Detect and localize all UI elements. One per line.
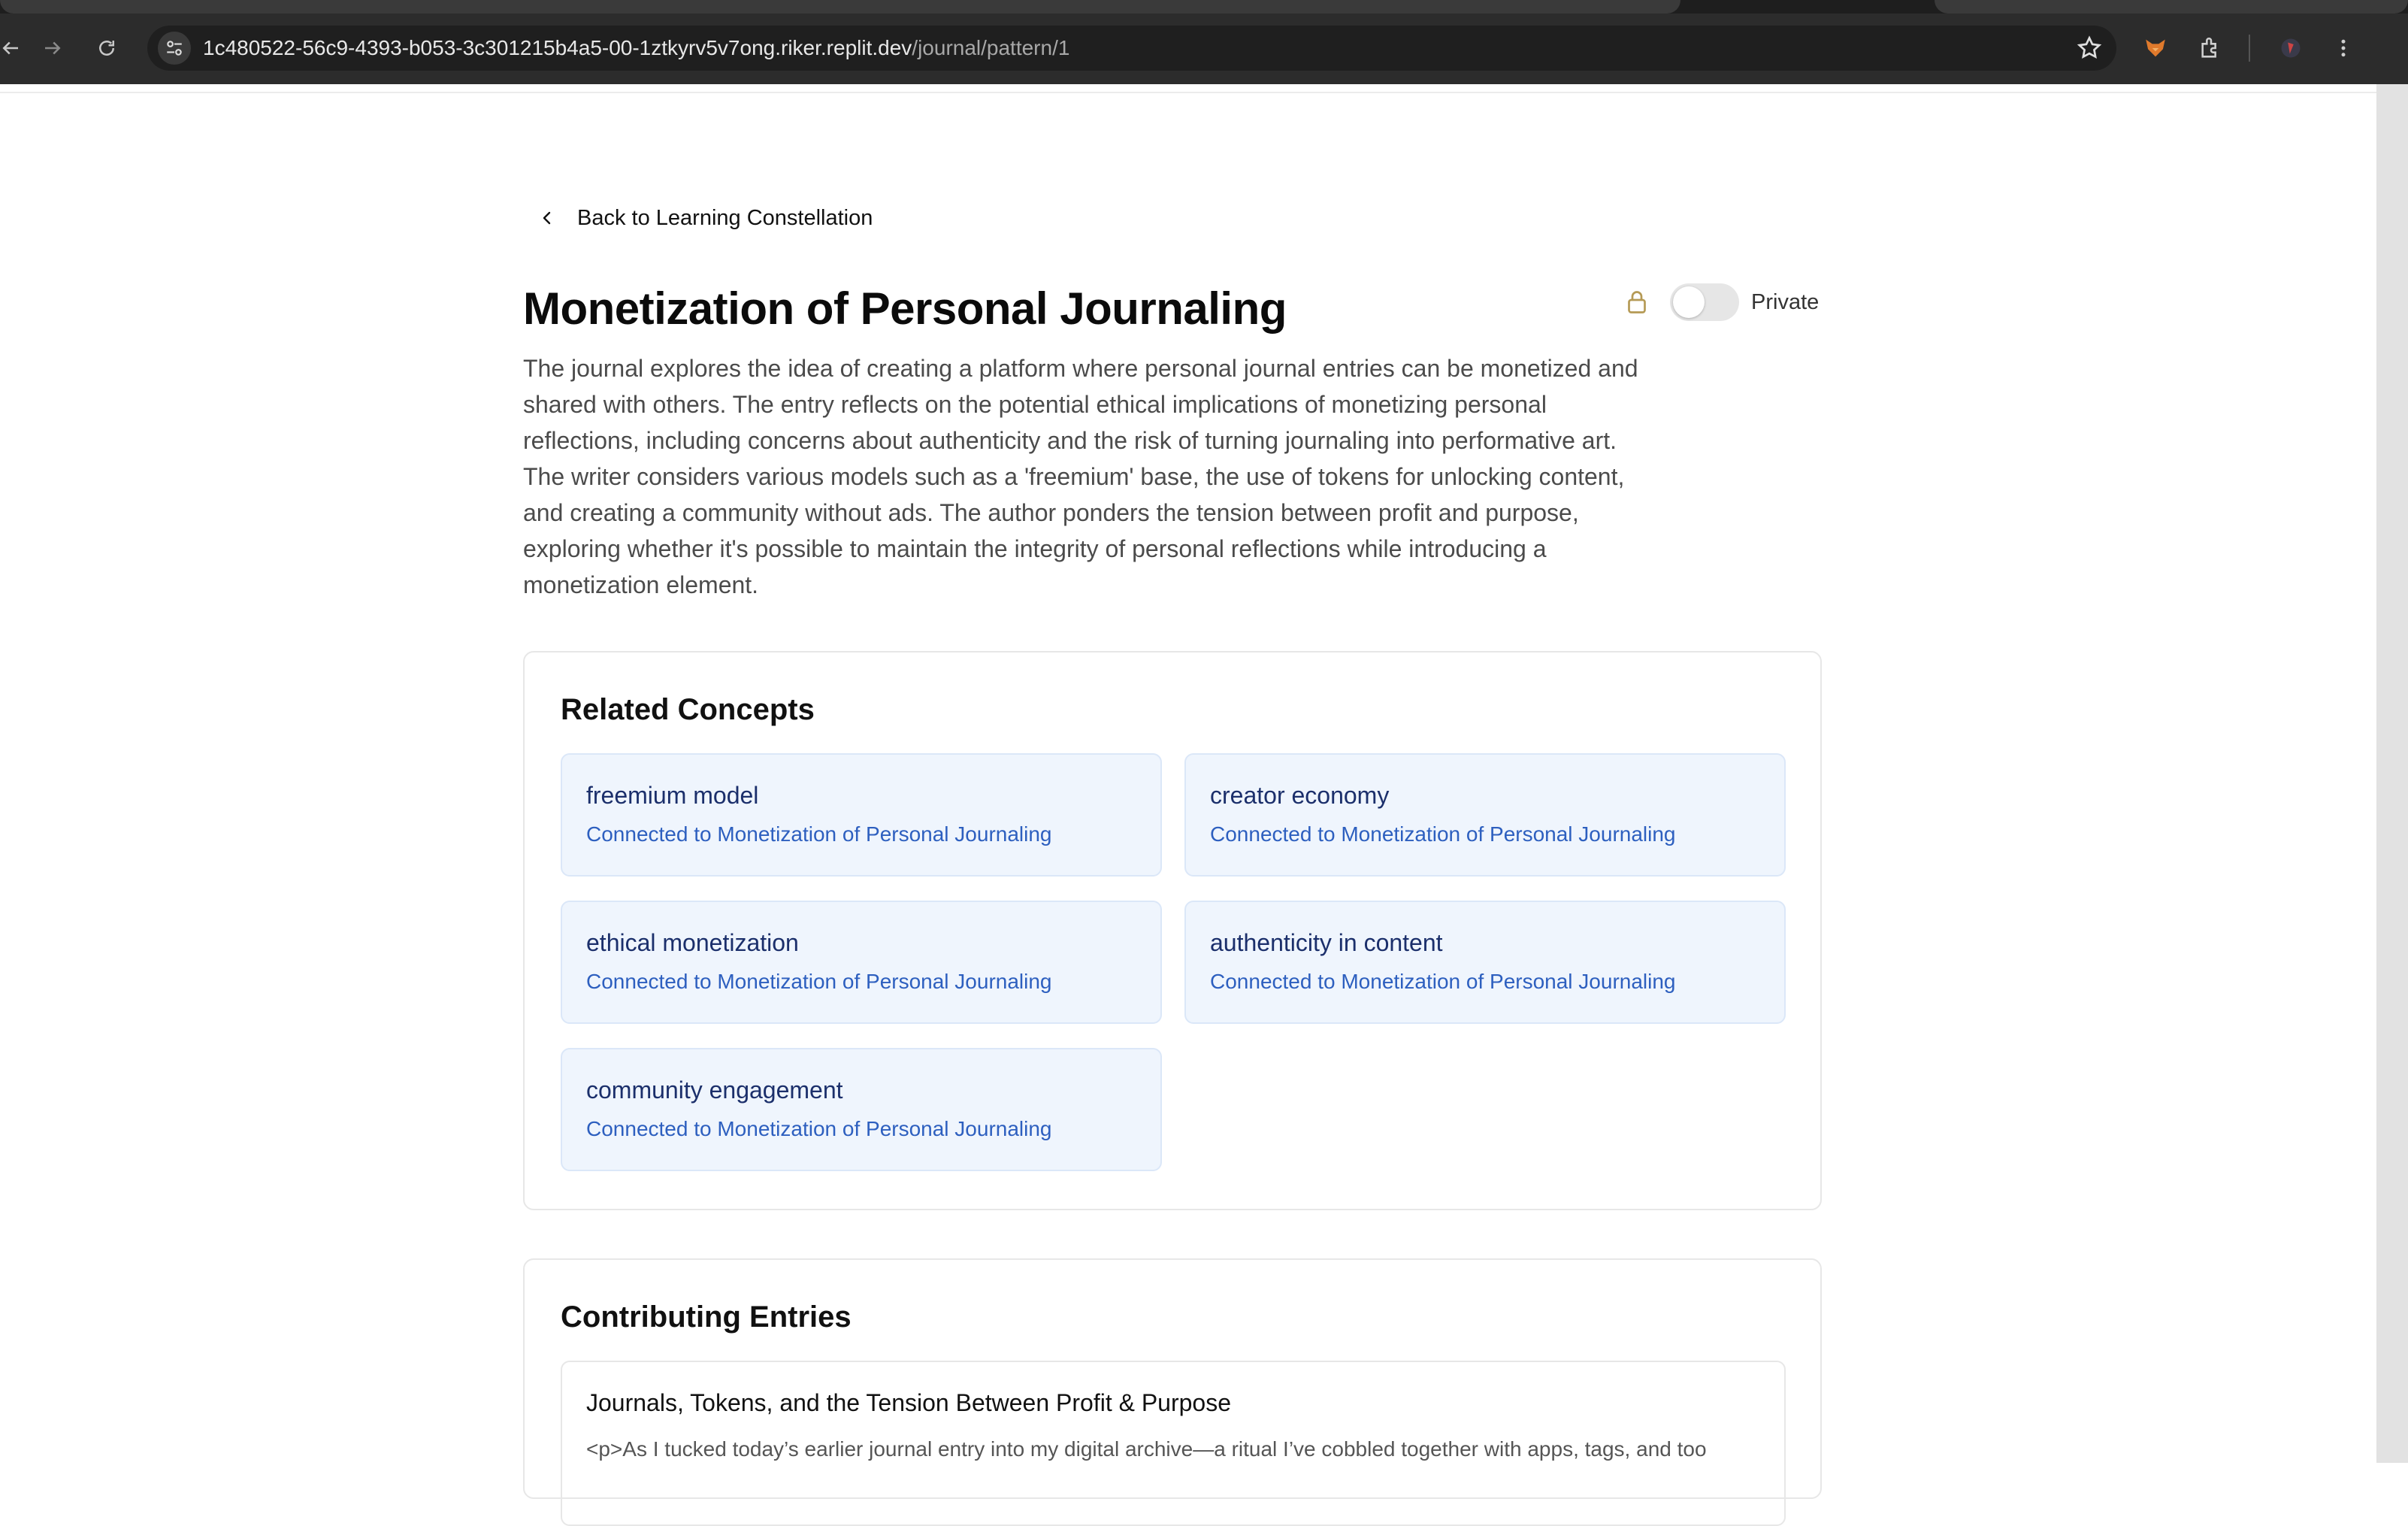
concept-name: creator economy <box>1210 782 1390 809</box>
back-arrow-icon[interactable] <box>0 30 29 66</box>
related-concepts-card: Related Concepts freemium model Connecte… <box>523 651 1822 1210</box>
entry-card[interactable]: Journals, Tokens, and the Tension Betwee… <box>561 1361 1786 1526</box>
toggle-knob <box>1673 286 1705 318</box>
lock-icon <box>1628 291 1646 313</box>
contributing-entries-card: Contributing Entries Journals, Tokens, a… <box>523 1258 1822 1526</box>
site-info-icon[interactable] <box>158 32 191 65</box>
forward-arrow-icon[interactable] <box>35 30 71 66</box>
browser-toolbar: 1c480522-56c9-4393-b053-3c301215b4a5-00-… <box>0 0 2408 84</box>
concept-connection: Connected to Monetization of Personal Jo… <box>586 970 1052 993</box>
page-top-divider <box>0 92 2376 93</box>
concept-card[interactable]: authenticity in content Connected to Mon… <box>1184 901 1786 1024</box>
concept-card[interactable]: creator economy Connected to Monetizatio… <box>1184 753 1786 877</box>
concept-name: freemium model <box>586 782 759 809</box>
back-to-constellation-link[interactable]: Back to Learning Constellation <box>538 200 873 236</box>
scrollbar[interactable] <box>2376 84 2408 1463</box>
concept-name: ethical monetization <box>586 929 799 956</box>
concept-connection: Connected to Monetization of Personal Jo… <box>1210 822 1676 846</box>
address-bar[interactable]: 1c480522-56c9-4393-b053-3c301215b4a5-00-… <box>147 26 2116 71</box>
concept-card[interactable]: ethical monetization Connected to Moneti… <box>561 901 1162 1024</box>
concept-card[interactable]: community engagement Connected to Moneti… <box>561 1048 1162 1171</box>
privacy-control: Private <box>1623 281 1819 323</box>
chevron-left-icon <box>543 211 551 225</box>
concept-connection: Connected to Monetization of Personal Jo… <box>586 1117 1052 1140</box>
entry-title: Journals, Tokens, and the Tension Betwee… <box>586 1389 1232 1416</box>
browser-tab[interactable] <box>1935 0 2408 14</box>
entry-excerpt: <p>As I tucked today’s earlier journal e… <box>586 1437 1707 1461</box>
puzzle-extension-icon[interactable] <box>2193 30 2229 66</box>
url-path: /journal/pattern/1 <box>912 36 1070 59</box>
pattern-summary: The journal explores the idea of creatin… <box>523 355 1638 598</box>
concept-connection: Connected to Monetization of Personal Jo… <box>586 822 1052 846</box>
related-concepts-heading: Related Concepts <box>561 693 815 726</box>
concept-connection: Connected to Monetization of Personal Jo… <box>1210 970 1676 993</box>
url-host: 1c480522-56c9-4393-b053-3c301215b4a5-00-… <box>203 36 912 59</box>
url-text[interactable]: 1c480522-56c9-4393-b053-3c301215b4a5-00-… <box>203 36 1069 60</box>
concept-card[interactable]: freemium model Connected to Monetization… <box>561 753 1162 877</box>
privacy-label: Private <box>1751 289 1820 314</box>
profile-avatar-icon[interactable] <box>2273 30 2309 66</box>
tab-strip <box>0 0 2408 14</box>
concept-name: community engagement <box>586 1076 843 1104</box>
concept-name: authenticity in content <box>1210 929 1443 956</box>
page-title: Monetization of Personal Journaling <box>523 283 1287 334</box>
privacy-toggle[interactable] <box>1670 283 1739 321</box>
browser-tab[interactable] <box>0 0 1680 14</box>
fox-extension-icon[interactable] <box>2137 30 2174 66</box>
back-link-label: Back to Learning Constellation <box>577 205 873 230</box>
toolbar-divider <box>2249 35 2250 62</box>
reload-icon[interactable] <box>89 30 125 66</box>
star-icon[interactable] <box>2076 35 2103 62</box>
contributing-entries-heading: Contributing Entries <box>561 1300 852 1334</box>
menu-dots-icon[interactable] <box>2325 30 2361 66</box>
